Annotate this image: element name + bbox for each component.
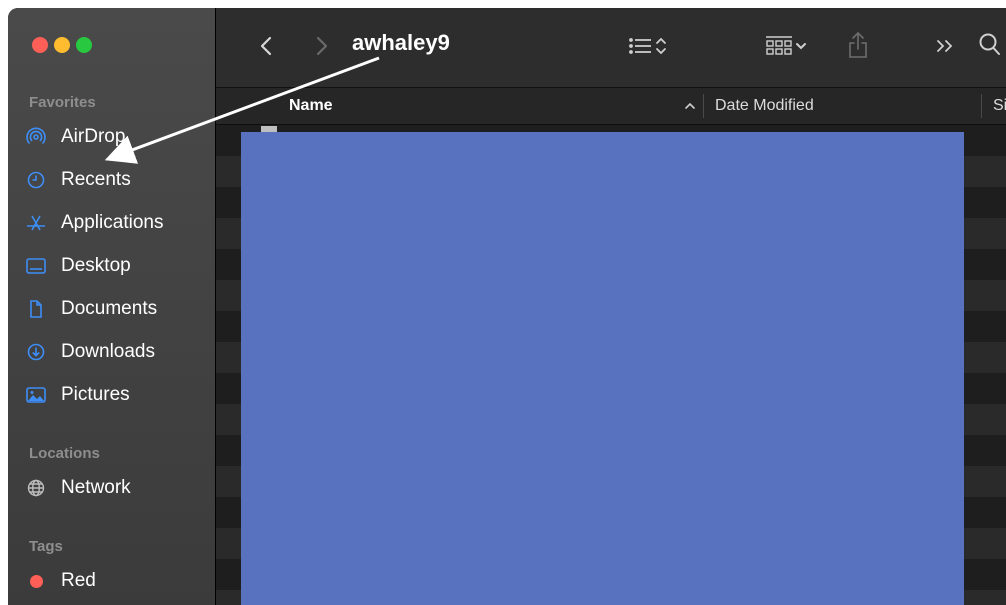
column-separator bbox=[703, 94, 704, 118]
sidebar-item-label: AirDrop bbox=[61, 126, 126, 147]
sidebar-section-favorites: Favorites bbox=[29, 94, 96, 111]
sidebar-item-pictures[interactable]: Pictures bbox=[25, 380, 210, 410]
sidebar-item-label: Pictures bbox=[61, 384, 130, 405]
sidebar: Favorites AirDrop Recents Applications D… bbox=[8, 8, 215, 605]
sidebar-item-network[interactable]: Network bbox=[25, 473, 210, 503]
chevron-down-icon bbox=[796, 43, 806, 50]
desktop-icon bbox=[25, 255, 47, 277]
sidebar-item-label: Applications bbox=[61, 212, 164, 233]
more-icon bbox=[937, 40, 953, 52]
sort-chevron-icon bbox=[656, 37, 666, 55]
toolbar: awhaley9 bbox=[216, 8, 1006, 88]
list-view-icon bbox=[629, 38, 651, 54]
sidebar-item-label: Red bbox=[61, 570, 96, 591]
sidebar-section-tags: Tags bbox=[29, 538, 63, 555]
window-title: awhaley9 bbox=[352, 30, 450, 55]
sidebar-item-label: Documents bbox=[61, 298, 158, 319]
forward-icon bbox=[316, 36, 328, 56]
view-options-button[interactable] bbox=[618, 32, 678, 60]
more-toolbar-button[interactable] bbox=[932, 32, 958, 60]
applications-icon bbox=[25, 212, 47, 234]
back-button[interactable] bbox=[254, 32, 278, 60]
sidebar-section-locations: Locations bbox=[29, 445, 100, 462]
document-icon bbox=[25, 298, 47, 320]
download-icon bbox=[25, 341, 47, 363]
redacted-content bbox=[241, 132, 964, 605]
close-window-button[interactable] bbox=[32, 37, 48, 53]
sidebar-item-label: Desktop bbox=[61, 255, 131, 276]
maximize-window-button[interactable] bbox=[76, 37, 92, 53]
pictures-icon bbox=[25, 384, 47, 406]
sidebar-item-label: Downloads bbox=[61, 341, 155, 362]
column-size[interactable]: Si bbox=[993, 97, 1006, 115]
sidebar-item-documents[interactable]: Documents bbox=[25, 294, 210, 324]
column-header: Name Date Modified Si bbox=[216, 88, 1006, 125]
clock-icon bbox=[25, 169, 47, 191]
globe-icon bbox=[25, 477, 47, 499]
search-button[interactable] bbox=[976, 30, 1004, 60]
group-grid-icon bbox=[766, 36, 792, 55]
forward-button[interactable] bbox=[310, 32, 334, 60]
sidebar-item-airdrop[interactable]: AirDrop bbox=[25, 122, 210, 152]
column-separator bbox=[981, 94, 982, 118]
minimize-window-button[interactable] bbox=[54, 37, 70, 53]
column-name[interactable]: Name bbox=[289, 97, 333, 115]
search-icon bbox=[979, 33, 1000, 55]
sidebar-item-desktop[interactable]: Desktop bbox=[25, 251, 210, 281]
group-button[interactable] bbox=[756, 30, 816, 62]
airdrop-icon bbox=[25, 126, 47, 148]
column-date-modified[interactable]: Date Modified bbox=[715, 97, 814, 115]
share-button[interactable] bbox=[844, 28, 872, 62]
share-icon bbox=[849, 31, 867, 58]
sidebar-item-recents[interactable]: Recents bbox=[25, 165, 210, 195]
sidebar-item-tag-red[interactable]: Red bbox=[25, 566, 210, 596]
sidebar-item-label: Recents bbox=[61, 169, 131, 190]
sidebar-item-downloads[interactable]: Downloads bbox=[25, 337, 210, 367]
red-tag-dot bbox=[30, 574, 43, 588]
sort-ascending-icon bbox=[684, 98, 696, 116]
sidebar-item-label: Network bbox=[61, 477, 131, 498]
back-icon bbox=[260, 36, 272, 56]
sidebar-item-applications[interactable]: Applications bbox=[25, 208, 210, 238]
